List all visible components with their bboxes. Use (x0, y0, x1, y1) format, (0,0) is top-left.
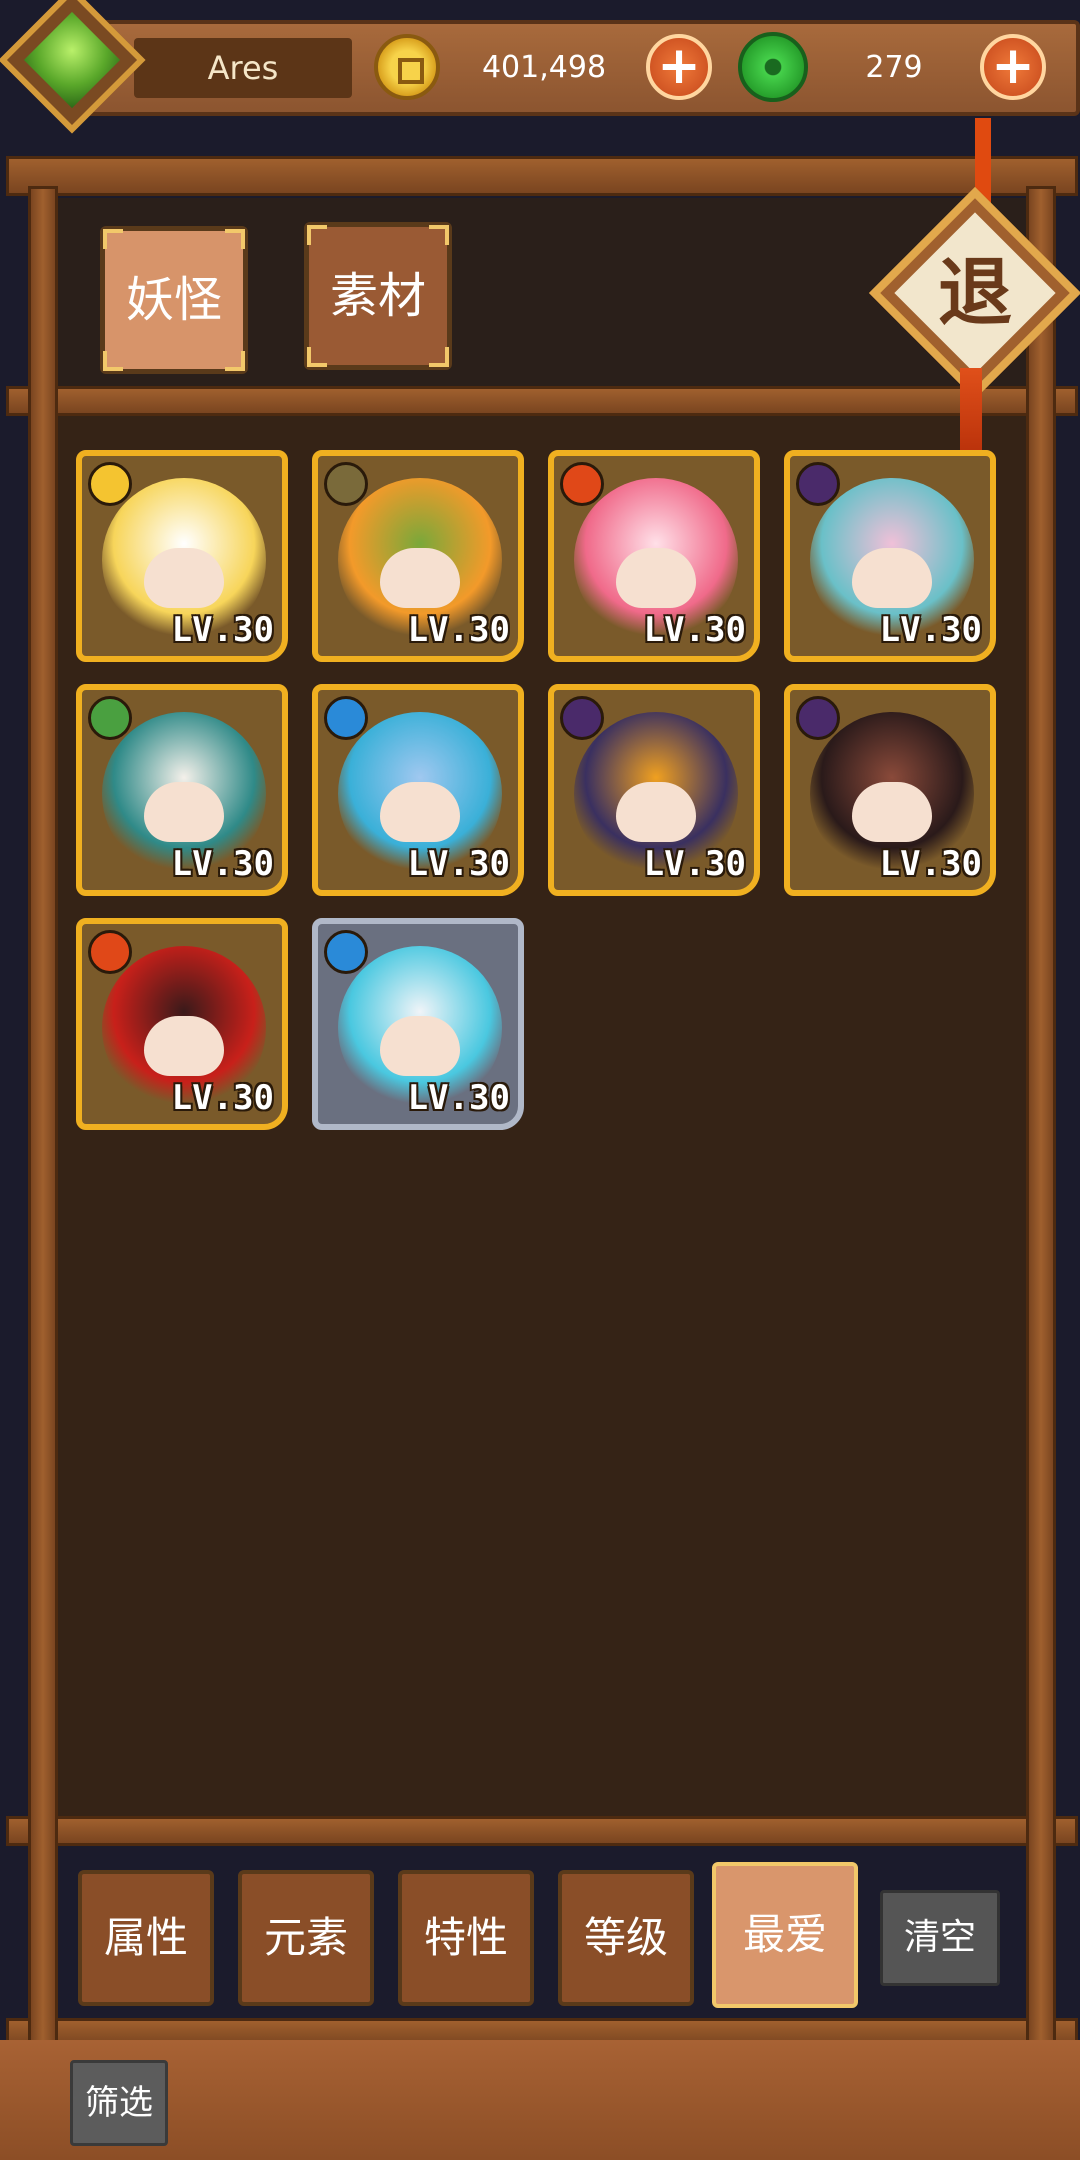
left-post (28, 186, 58, 2046)
monster-level: LV.30 (407, 610, 510, 650)
add-coins-button[interactable]: + (646, 34, 712, 100)
filter-trait-button[interactable]: 特性 (398, 1870, 534, 2006)
monster-card[interactable]: LV.30 (76, 450, 288, 662)
filter-element-button[interactable]: 元素 (238, 1870, 374, 2006)
earth-element-icon (324, 462, 368, 506)
monster-level: LV.30 (879, 610, 982, 650)
water-element-icon (324, 696, 368, 740)
monster-level: LV.30 (171, 1078, 274, 1118)
coin-amount: 401,498 (481, 50, 607, 85)
filter-attribute-button[interactable]: 属性 (78, 1870, 214, 2006)
monster-face (616, 548, 696, 608)
filter-element-label: 元素 (263, 1913, 348, 1962)
fire-element-icon (560, 462, 604, 506)
monster-level: LV.30 (407, 844, 510, 884)
monster-face (380, 782, 460, 842)
wood-element-icon (88, 696, 132, 740)
exit-label[interactable]: 退 (900, 218, 1050, 368)
monster-level: LV.30 (643, 610, 746, 650)
top-beam (6, 156, 1078, 196)
coin-icon (374, 34, 440, 100)
monster-card[interactable]: LV.30 (784, 684, 996, 896)
monster-level: LV.30 (643, 844, 746, 884)
monster-face (616, 782, 696, 842)
filter-level-button[interactable]: 等级 (558, 1870, 694, 2006)
monster-card[interactable]: LV.30 (312, 918, 524, 1130)
exit-tassel (960, 368, 982, 458)
filter-level-label: 等级 (583, 1913, 668, 1962)
fire-element-icon (88, 930, 132, 974)
monster-face (852, 782, 932, 842)
monster-level: LV.30 (407, 1078, 510, 1118)
resource-bar: Ares 401,498 + 279 + (70, 20, 1080, 116)
dark-element-icon (796, 696, 840, 740)
filter-favorite-button[interactable]: 最爱 (712, 1862, 858, 2008)
jade-icon (738, 32, 808, 102)
add-jade-button[interactable]: + (980, 34, 1046, 100)
monster-card[interactable]: LV.30 (784, 450, 996, 662)
filter-favorite-label: 最爱 (742, 1910, 827, 1959)
tab-monsters[interactable]: 妖怪 (100, 226, 248, 374)
right-post (1026, 186, 1056, 2046)
filter-trait-label: 特性 (423, 1913, 508, 1962)
screen-button[interactable]: 筛选 (70, 2060, 168, 2146)
monster-face (144, 1016, 224, 1076)
monster-card[interactable]: LV.30 (312, 684, 524, 896)
tab-materials[interactable]: 素材 (304, 222, 452, 370)
water-element-icon (324, 930, 368, 974)
mid-beam (6, 386, 1078, 416)
tab-materials-label: 素材 (329, 268, 426, 324)
player-name: Ares (134, 38, 352, 98)
monster-face (380, 548, 460, 608)
dark-element-icon (560, 696, 604, 740)
avatar-icon (23, 11, 121, 109)
jade-amount: 279 (865, 50, 923, 85)
monster-card[interactable]: LV.30 (76, 918, 288, 1130)
monster-level: LV.30 (879, 844, 982, 884)
light-element-icon (88, 462, 132, 506)
monster-card[interactable]: LV.30 (548, 684, 760, 896)
monster-card[interactable]: LV.30 (76, 684, 288, 896)
lower-beam (6, 1816, 1078, 1846)
monster-level: LV.30 (171, 844, 274, 884)
monster-face (380, 1016, 460, 1076)
tab-monsters-label: 妖怪 (125, 272, 222, 328)
monster-card[interactable]: LV.30 (312, 450, 524, 662)
monster-face (144, 548, 224, 608)
monster-level: LV.30 (171, 610, 274, 650)
monster-face (852, 548, 932, 608)
monster-face (144, 782, 224, 842)
filter-attribute-label: 属性 (103, 1913, 188, 1962)
clear-button[interactable]: 清空 (880, 1890, 1000, 1986)
monster-card[interactable]: LV.30 (548, 450, 760, 662)
dark-element-icon (796, 462, 840, 506)
